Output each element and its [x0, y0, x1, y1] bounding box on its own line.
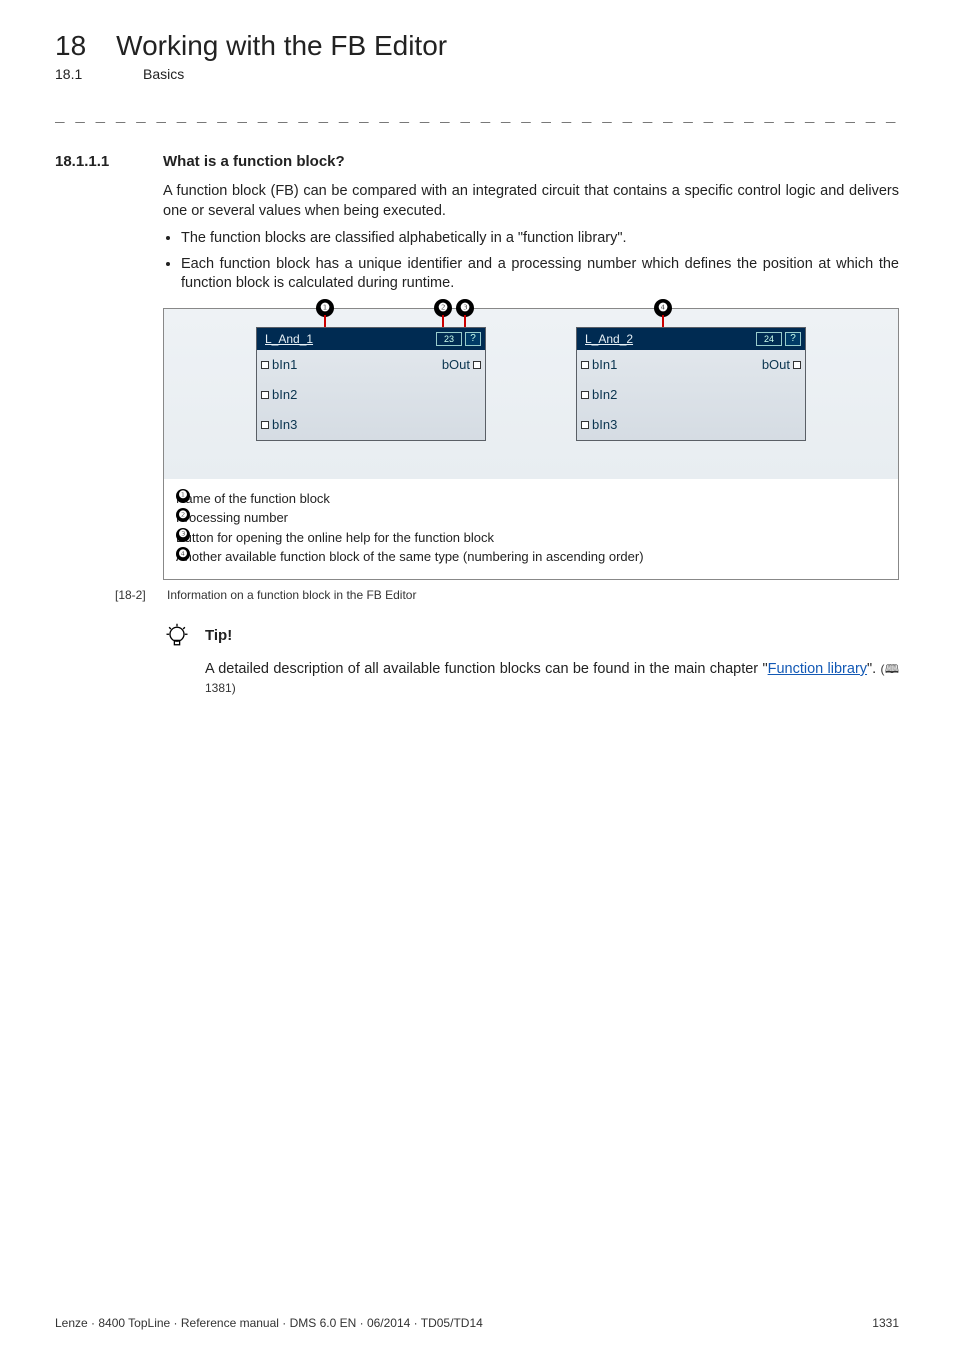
figure-caption: Information on a function block in the F… [167, 588, 416, 602]
fb-processing-number: 24 [756, 332, 782, 346]
bullet-item: The function blocks are classified alpha… [181, 229, 899, 249]
port-label: bIn3 [592, 417, 617, 432]
fb-output-port[interactable]: bOut [442, 357, 481, 372]
function-library-link[interactable]: Function library [768, 661, 867, 677]
bullet-item: Each function block has a unique identif… [181, 255, 899, 294]
port-label: bIn1 [592, 357, 617, 372]
subsection-number: 18.1.1.1 [55, 153, 135, 170]
function-block-2[interactable]: L_And_2 24 ? bIn1 bOut bIn2 bIn3 [576, 327, 806, 441]
tip-text-suffix: ". [867, 661, 876, 677]
port-icon [261, 391, 269, 399]
port-icon [793, 361, 801, 369]
port-icon [581, 361, 589, 369]
tip-title: Tip! [205, 627, 232, 644]
port-label: bOut [442, 357, 470, 372]
fb-titlebar: L_And_1 23 ? [257, 328, 485, 350]
fb-name-label: L_And_1 [261, 332, 436, 346]
divider: _ _ _ _ _ _ _ _ _ _ _ _ _ _ _ _ _ _ _ _ … [55, 104, 899, 123]
figure-canvas: ❶ ❷ ❸ L_And_1 23 ? bIn1 bOut [164, 309, 898, 479]
fb-output-port[interactable]: bOut [762, 357, 801, 372]
legend-text: Another available function block of the … [176, 547, 644, 567]
callout-badge-icon: ❸ [176, 528, 190, 542]
help-button[interactable]: ? [785, 332, 801, 346]
function-block-1-wrap: ❶ ❷ ❸ L_And_1 23 ? bIn1 bOut [256, 327, 486, 441]
callout-stem [442, 315, 444, 327]
fb-input-port[interactable]: bIn2 [261, 387, 297, 402]
page-ref-number: 1381 [205, 681, 232, 695]
figure-legend: ❶Name of the function block ❷Processing … [164, 479, 898, 579]
footer-left: Lenze · 8400 TopLine · Reference manual … [55, 1316, 483, 1330]
port-icon [261, 361, 269, 369]
port-icon [473, 361, 481, 369]
section-title: Basics [143, 66, 184, 82]
port-label: bIn2 [272, 387, 297, 402]
port-label: bOut [762, 357, 790, 372]
fb-processing-number: 23 [436, 332, 462, 346]
port-icon [581, 391, 589, 399]
fb-name-label: L_And_2 [581, 332, 756, 346]
callout-badge-icon: ❶ [176, 489, 190, 503]
fb-titlebar: L_And_2 24 ? [577, 328, 805, 350]
book-icon: 🕮 [885, 662, 899, 676]
callout-stem [662, 315, 664, 327]
port-label: bIn1 [272, 357, 297, 372]
function-block-1[interactable]: L_And_1 23 ? bIn1 bOut bIn2 bIn3 [256, 327, 486, 441]
fb-input-port[interactable]: bIn3 [261, 417, 297, 432]
legend-text: Button for opening the online help for t… [176, 528, 494, 548]
page-number: 1331 [872, 1316, 899, 1330]
chapter-number: 18 [55, 30, 86, 62]
section-number: 18.1 [55, 66, 95, 82]
port-label: bIn2 [592, 387, 617, 402]
fb-input-port[interactable]: bIn3 [581, 417, 617, 432]
legend-text: Name of the function block [176, 489, 330, 509]
port-icon [581, 421, 589, 429]
help-button[interactable]: ? [465, 332, 481, 346]
chapter-title: Working with the FB Editor [116, 30, 447, 62]
paragraph: A function block (FB) can be compared wi… [163, 182, 899, 221]
legend-text: Processing number [176, 508, 288, 528]
tip-text-prefix: A detailed description of all available … [205, 661, 768, 677]
callout-stem [464, 315, 466, 327]
subsection-title: What is a function block? [163, 153, 345, 170]
port-icon [261, 421, 269, 429]
figure-number: [18-2] [115, 588, 155, 602]
figure-container: ❶ ❷ ❸ L_And_1 23 ? bIn1 bOut [163, 308, 899, 580]
function-block-2-wrap: ❹ L_And_2 24 ? bIn1 bOut bIn2 [576, 327, 806, 441]
fb-input-port[interactable]: bIn1 [581, 357, 617, 372]
lightbulb-icon [163, 622, 191, 650]
port-label: bIn3 [272, 417, 297, 432]
fb-input-port[interactable]: bIn2 [581, 387, 617, 402]
callout-stem [324, 315, 326, 327]
fb-input-port[interactable]: bIn1 [261, 357, 297, 372]
